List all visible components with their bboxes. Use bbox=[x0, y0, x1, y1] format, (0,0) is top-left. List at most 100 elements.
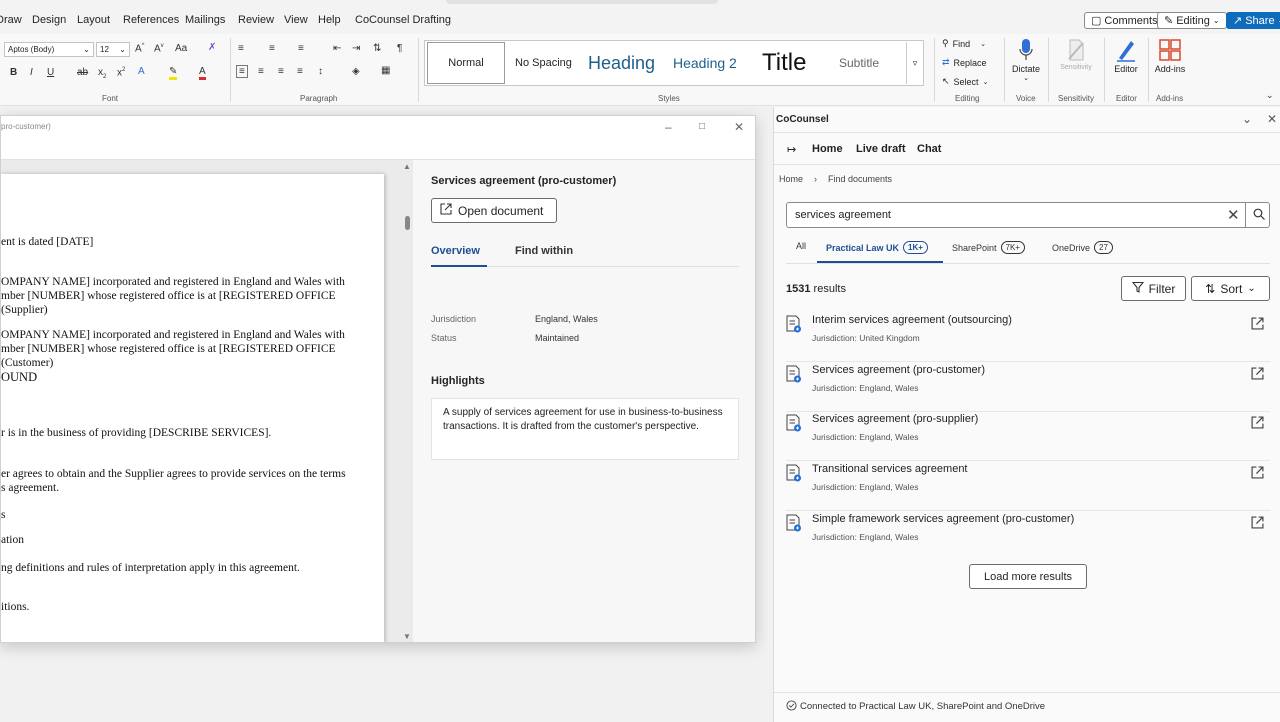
nav-chat[interactable]: Chat bbox=[917, 143, 941, 155]
search-button[interactable] bbox=[1245, 203, 1271, 227]
nav-live-draft[interactable]: Live draft bbox=[856, 143, 906, 155]
bullets-icon[interactable]: ≡ bbox=[238, 43, 244, 54]
align-left-icon[interactable]: ≡ bbox=[236, 65, 248, 78]
open-external-icon[interactable] bbox=[1251, 466, 1264, 479]
source-tab-onedrive[interactable]: OneDrive 27 bbox=[1052, 241, 1113, 254]
select-button[interactable]: ↖ Select ⌄ bbox=[942, 76, 988, 87]
document-icon bbox=[786, 514, 801, 532]
result-item[interactable]: Services agreement (pro-customer) Jurisd… bbox=[786, 363, 1270, 412]
group-divider bbox=[1148, 38, 1149, 102]
search-input[interactable] bbox=[795, 203, 1215, 227]
editor-button[interactable]: Editor bbox=[1108, 36, 1144, 74]
open-external-icon[interactable] bbox=[1251, 367, 1264, 380]
collapse-arrow-icon[interactable]: ↦ bbox=[787, 143, 796, 156]
superscript-icon[interactable]: x2 bbox=[117, 67, 125, 78]
source-count-badge: 27 bbox=[1094, 241, 1113, 254]
open-external-icon[interactable] bbox=[1251, 416, 1264, 429]
clear-search-icon[interactable]: ✕ bbox=[1227, 206, 1240, 224]
scrollbar-thumb[interactable] bbox=[405, 216, 410, 230]
sensitivity-button[interactable]: Sensitivity bbox=[1054, 36, 1098, 71]
load-more-button[interactable]: Load more results bbox=[969, 564, 1087, 589]
borders-icon[interactable]: ▦ bbox=[381, 65, 390, 76]
font-color-icon[interactable]: A bbox=[199, 66, 206, 80]
text-effects-icon[interactable]: A bbox=[138, 66, 145, 77]
ribbon-collapse-icon[interactable]: ⌄ bbox=[1266, 90, 1274, 101]
open-external-icon[interactable] bbox=[1251, 317, 1264, 330]
open-external-icon[interactable] bbox=[1251, 516, 1264, 529]
source-tab-all[interactable]: All bbox=[796, 241, 806, 251]
style-no-spacing[interactable]: No Spacing bbox=[515, 41, 572, 85]
replace-button[interactable]: ⇄ Replace bbox=[942, 57, 987, 68]
scroll-up-icon[interactable]: ▲ bbox=[403, 162, 411, 171]
tab-mailings[interactable]: Mailings bbox=[185, 14, 225, 26]
change-case-icon[interactable]: Aa bbox=[175, 43, 187, 54]
grow-font-icon[interactable]: A^ bbox=[135, 43, 145, 54]
result-item[interactable]: Services agreement (pro-supplier) Jurisd… bbox=[786, 412, 1270, 461]
share-button[interactable]: ↗ Share ⌄ bbox=[1226, 12, 1280, 29]
tab-cocounsel-drafting[interactable]: CoCounsel Drafting bbox=[355, 14, 451, 26]
minimize-icon[interactable]: – bbox=[665, 120, 672, 134]
breadcrumb-home[interactable]: Home bbox=[779, 174, 803, 184]
filter-button[interactable]: Filter bbox=[1121, 276, 1186, 301]
style-title[interactable]: Title bbox=[762, 41, 806, 85]
numbering-icon[interactable]: ≡ bbox=[269, 43, 275, 54]
line-spacing-icon[interactable]: ↕ bbox=[318, 66, 323, 77]
editing-mode-button[interactable]: ✎ Editing ⌄ bbox=[1157, 12, 1227, 29]
dictate-button[interactable]: Dictate ⌄ bbox=[1010, 36, 1042, 82]
comments-button[interactable]: ▢ Comments bbox=[1084, 12, 1165, 29]
result-title: Interim services agreement (outsourcing) bbox=[812, 314, 1012, 326]
shading-icon[interactable]: ◈ bbox=[352, 66, 360, 77]
result-item[interactable]: Transitional services agreement Jurisdic… bbox=[786, 462, 1270, 511]
italic-icon[interactable]: I bbox=[30, 67, 33, 78]
close-icon[interactable]: ✕ bbox=[734, 120, 744, 134]
tab-view[interactable]: View bbox=[284, 14, 308, 26]
style-subtitle[interactable]: Subtitle bbox=[839, 41, 879, 85]
align-right-icon[interactable]: ≡ bbox=[278, 66, 284, 77]
strikethrough-icon[interactable]: ab bbox=[77, 67, 88, 78]
subscript-icon[interactable]: x2 bbox=[98, 67, 106, 80]
document-scrollbar[interactable] bbox=[401, 160, 413, 642]
style-heading-1[interactable]: Heading bbox=[588, 41, 655, 85]
tab-layout[interactable]: Layout bbox=[77, 14, 110, 26]
tab-overview[interactable]: Overview bbox=[431, 245, 480, 257]
results-count-number: 1531 bbox=[786, 283, 811, 295]
bold-icon[interactable]: B bbox=[10, 67, 17, 78]
justify-icon[interactable]: ≡ bbox=[297, 66, 303, 77]
styles-more-button[interactable]: ▿ bbox=[906, 42, 923, 84]
show-formatting-icon[interactable]: ¶ bbox=[397, 43, 402, 54]
highlight-color-icon[interactable]: ✎ bbox=[169, 66, 178, 80]
nav-home[interactable]: Home bbox=[812, 143, 843, 155]
chevron-down-icon[interactable]: ⌄ bbox=[1242, 112, 1252, 126]
tab-find-within[interactable]: Find within bbox=[515, 245, 573, 257]
add-ins-button[interactable]: Add-ins bbox=[1152, 36, 1188, 74]
font-name-combo[interactable]: Aptos (Body) ⌄ bbox=[4, 42, 94, 57]
increase-indent-icon[interactable]: ⇥ bbox=[352, 43, 360, 54]
result-item[interactable]: Simple framework services agreement (pro… bbox=[786, 512, 1270, 561]
sort-button[interactable]: ⇅ Sort ⌄ bbox=[1191, 276, 1270, 301]
scroll-down-icon[interactable]: ▼ bbox=[403, 632, 411, 641]
editing-group-label: Editing bbox=[955, 94, 980, 103]
align-center-icon[interactable]: ≡ bbox=[258, 66, 264, 77]
multilevel-list-icon[interactable]: ≡ bbox=[298, 43, 304, 54]
clear-formatting-icon[interactable]: ✗ bbox=[208, 42, 216, 53]
tab-design[interactable]: Design bbox=[32, 14, 66, 26]
decrease-indent-icon[interactable]: ⇤ bbox=[333, 43, 341, 54]
style-heading-2[interactable]: Heading 2 bbox=[673, 41, 737, 85]
tab-help[interactable]: Help bbox=[318, 14, 341, 26]
tab-review[interactable]: Review bbox=[238, 14, 274, 26]
doc-line: r is in the business of providing [DESCR… bbox=[1, 427, 272, 439]
maximize-icon[interactable]: □ bbox=[699, 121, 705, 132]
shrink-font-icon[interactable]: Av bbox=[154, 43, 164, 54]
font-size-combo[interactable]: 12 ⌄ bbox=[96, 42, 130, 57]
close-icon[interactable]: ✕ bbox=[1267, 112, 1277, 126]
find-button[interactable]: ⚲ Find ⌄ bbox=[942, 38, 986, 49]
sort-icon[interactable]: ⇅ bbox=[373, 43, 381, 54]
underline-icon[interactable]: U bbox=[47, 67, 54, 78]
source-tab-practical-law-uk[interactable]: Practical Law UK 1K+ bbox=[826, 241, 928, 254]
tab-references[interactable]: References bbox=[123, 14, 179, 26]
source-tab-sharepoint[interactable]: SharePoint 7K+ bbox=[952, 241, 1025, 254]
style-normal[interactable]: Normal bbox=[427, 42, 505, 84]
open-document-button[interactable]: Open document bbox=[431, 198, 557, 223]
tab-draw[interactable]: Draw bbox=[0, 14, 22, 26]
result-item[interactable]: Interim services agreement (outsourcing)… bbox=[786, 313, 1270, 362]
